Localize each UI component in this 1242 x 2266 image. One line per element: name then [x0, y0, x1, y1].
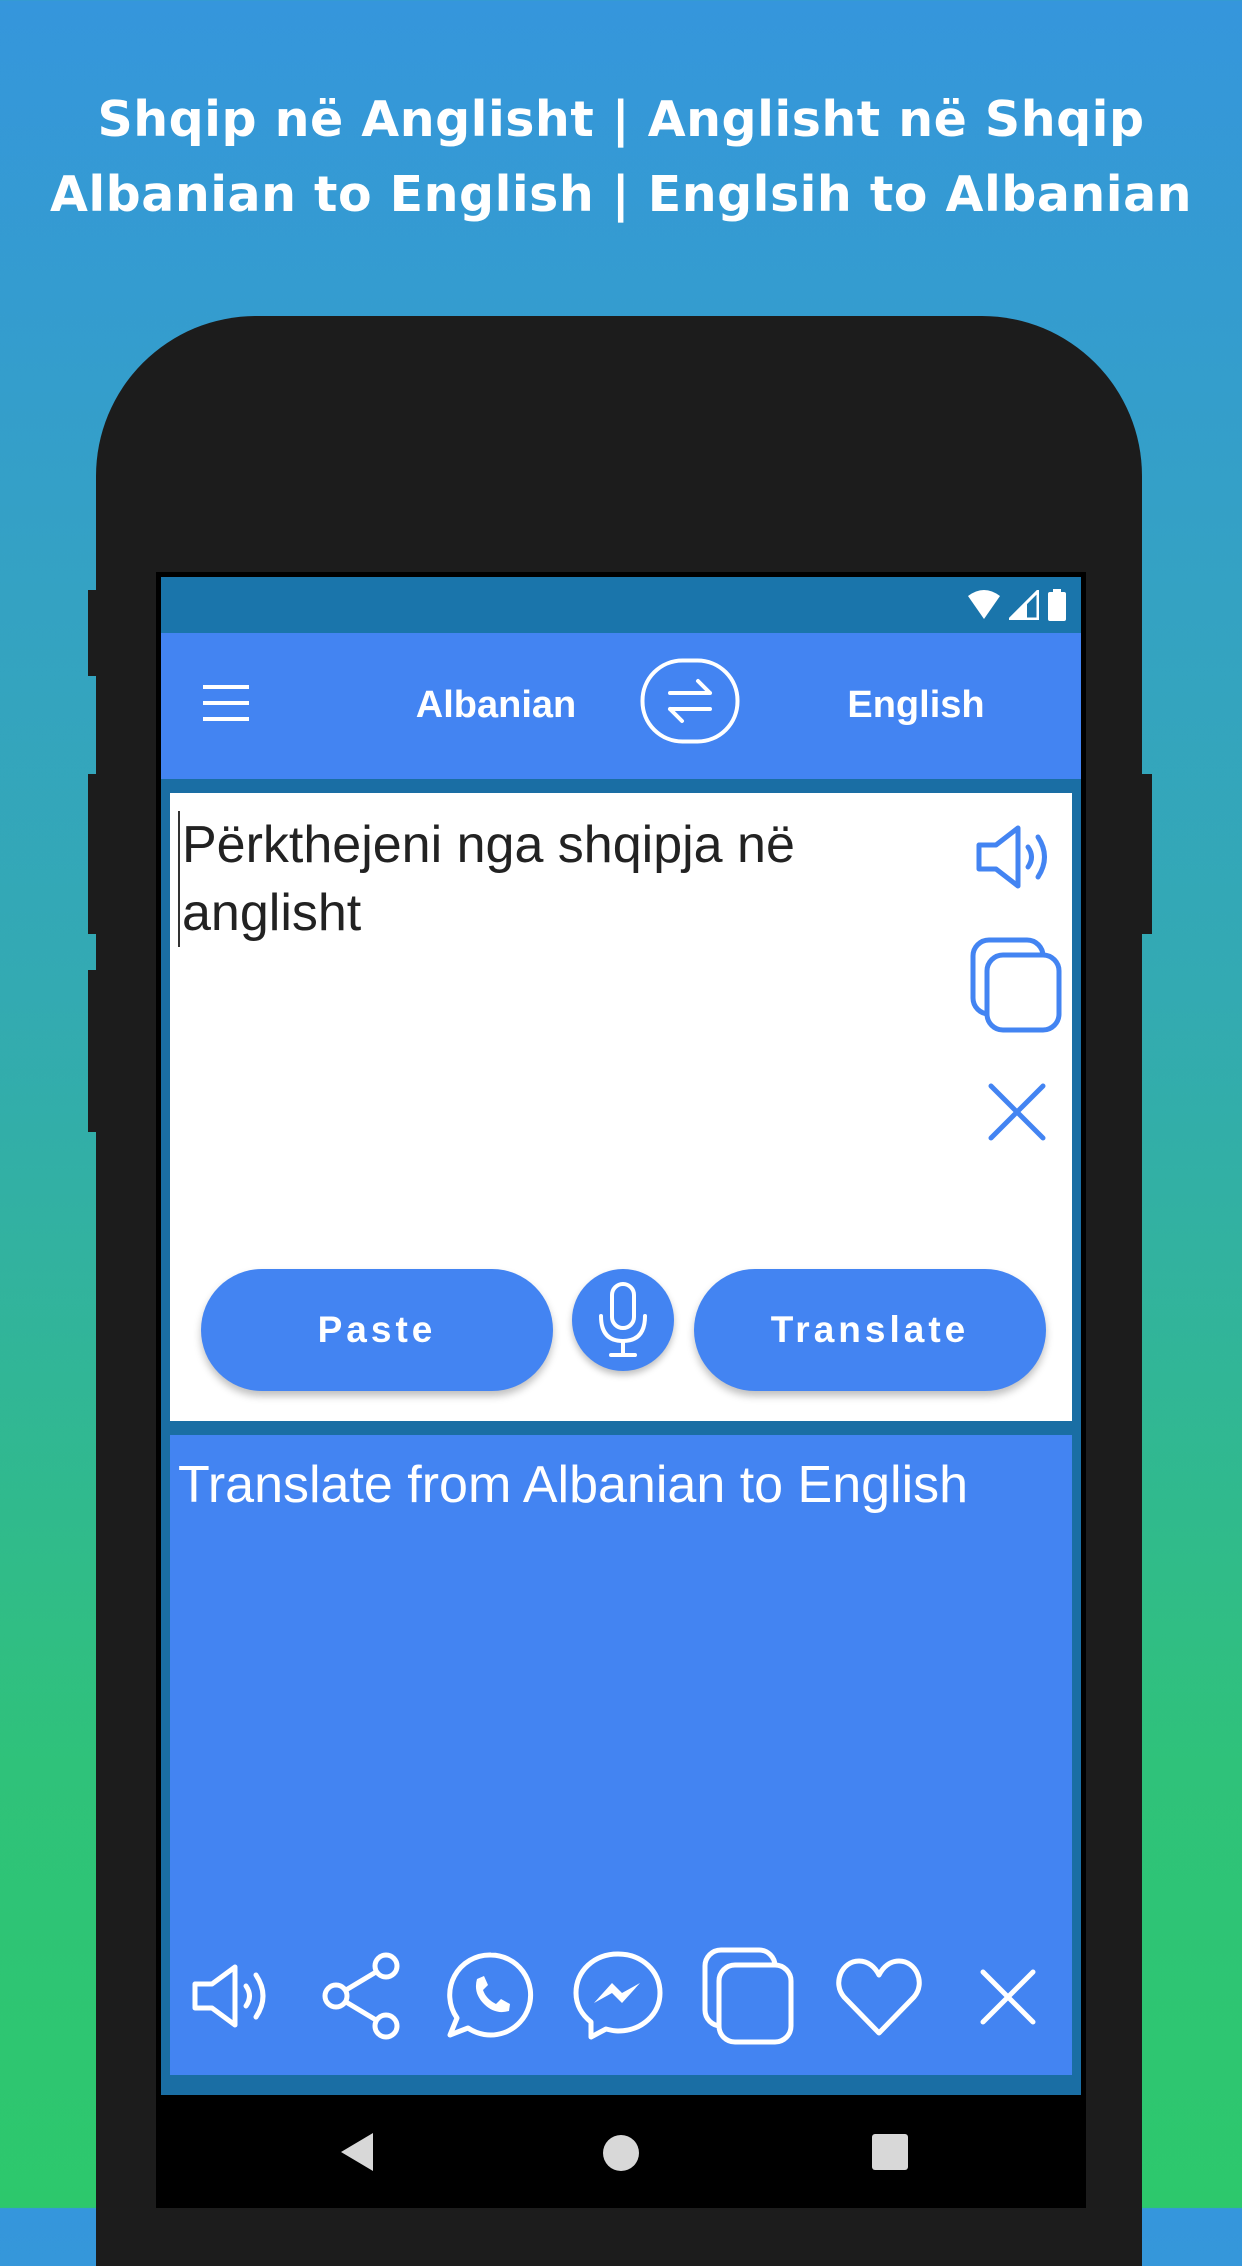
status-icons — [967, 589, 1067, 621]
speaker-icon[interactable] — [974, 823, 1056, 891]
phone-side-button — [1140, 774, 1152, 934]
phone-side-button — [88, 970, 98, 1132]
share-icon[interactable] — [320, 1951, 404, 2041]
app-screen: Albanian English Përkthejeni nga shqipja… — [161, 577, 1081, 2208]
source-text-input[interactable]: Përkthejeni nga shqipja në anglisht — [178, 811, 962, 947]
promo-header: Shqip në Anglisht | Anglisht në Shqip Al… — [0, 82, 1242, 232]
status-bar — [161, 577, 1081, 633]
swap-languages-button[interactable] — [640, 658, 740, 744]
promo-title-line-1: Shqip në Anglisht | Anglisht në Shqip — [97, 91, 1145, 148]
translate-button[interactable]: Translate — [694, 1269, 1046, 1391]
navigation-bar — [161, 2095, 1081, 2208]
microphone-button[interactable] — [572, 1269, 674, 1371]
speaker-icon[interactable] — [190, 1961, 274, 2031]
phone-screen: Albanian English Përkthejeni nga shqipja… — [156, 572, 1086, 2208]
messenger-icon[interactable] — [570, 1949, 666, 2043]
hamburger-menu-icon[interactable] — [201, 683, 251, 723]
recents-icon[interactable] — [872, 2134, 908, 2170]
microphone-icon — [599, 1282, 647, 1357]
phone-side-button — [88, 590, 98, 676]
wifi-icon — [968, 590, 1000, 619]
home-icon[interactable] — [601, 2133, 641, 2173]
copy-icon[interactable] — [970, 937, 1062, 1033]
source-language-selector[interactable]: Albanian — [391, 677, 601, 733]
paste-button[interactable]: Paste — [201, 1269, 553, 1391]
back-icon[interactable] — [339, 2131, 375, 2173]
heart-icon[interactable] — [836, 1957, 922, 2037]
whatsapp-icon[interactable] — [444, 1949, 538, 2043]
battery-icon — [1048, 589, 1066, 621]
phone-side-button — [88, 774, 98, 934]
close-icon[interactable] — [988, 1083, 1046, 1141]
signal-icon — [1009, 590, 1039, 620]
app-bar: Albanian English — [161, 633, 1081, 779]
target-language-selector[interactable]: English — [821, 677, 1011, 733]
translated-text-output: Translate from Albanian to English — [178, 1456, 969, 1514]
input-panel: Përkthejeni nga shqipja në anglisht Past… — [170, 793, 1072, 1421]
output-panel: Translate from Albanian to English — [170, 1435, 1072, 2075]
close-icon[interactable] — [980, 1969, 1036, 2025]
copy-icon[interactable] — [702, 1947, 794, 2045]
output-action-bar — [170, 1947, 1072, 2061]
promo-title-line-2: Albanian to English | Englsih to Albania… — [49, 166, 1193, 223]
